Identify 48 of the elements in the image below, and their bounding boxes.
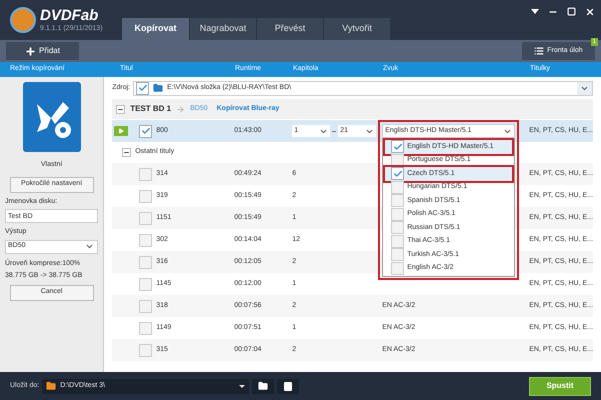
checkbox[interactable] [136, 82, 150, 94]
tab[interactable]: Kopírovat [122, 18, 189, 40]
checkbox[interactable] [391, 167, 404, 180]
checkbox[interactable] [391, 208, 404, 221]
checkbox[interactable] [391, 194, 404, 208]
checkbox[interactable] [139, 124, 152, 138]
checkbox[interactable] [391, 262, 404, 275]
disc-name: TEST BD 1 [130, 103, 172, 115]
dropdown-toggle[interactable] [577, 82, 592, 94]
collapse-icon[interactable] [116, 104, 126, 114]
checkbox[interactable] [391, 221, 404, 234]
arrow-icon [176, 104, 186, 114]
add-button[interactable]: Přidat [6, 42, 79, 60]
checkbox[interactable] [391, 248, 404, 262]
checkbox[interactable] [139, 322, 152, 334]
folder-icon [153, 83, 164, 93]
caret-icon [85, 242, 94, 251]
play-button[interactable] [114, 126, 128, 136]
checkbox[interactable] [139, 234, 152, 246]
checkbox[interactable] [139, 212, 152, 224]
checkbox[interactable] [139, 168, 152, 180]
close-icon[interactable] [585, 7, 595, 17]
checkbox[interactable] [139, 300, 152, 312]
disc-settings-icon [284, 382, 292, 390]
caret-icon[interactable] [239, 384, 246, 388]
folder-icon [258, 381, 268, 391]
play-icon [118, 128, 124, 134]
checkbox[interactable] [139, 256, 152, 268]
checkbox[interactable] [139, 190, 152, 202]
checkbox[interactable] [139, 278, 152, 290]
dash-separator [332, 130, 336, 132]
dropdown-icon[interactable] [531, 9, 539, 14]
browse-folder-button[interactable] [252, 378, 274, 394]
maximize-icon[interactable] [567, 7, 576, 16]
tab[interactable]: Vytvořit [323, 18, 390, 40]
tab[interactable]: Převést [256, 18, 323, 40]
checkbox[interactable] [139, 344, 152, 356]
checkbox[interactable] [391, 180, 404, 194]
settings-button[interactable] [277, 378, 300, 394]
tab[interactable]: Nagrabovat [189, 18, 256, 40]
checkbox[interactable] [391, 140, 404, 154]
checkbox[interactable] [391, 234, 404, 248]
app-name: DVDFab [40, 8, 100, 23]
plus-icon [25, 46, 36, 56]
logo-icon [10, 7, 36, 33]
list-icon [534, 46, 544, 56]
collapse-icon[interactable] [122, 148, 132, 157]
folder-icon [46, 381, 56, 391]
